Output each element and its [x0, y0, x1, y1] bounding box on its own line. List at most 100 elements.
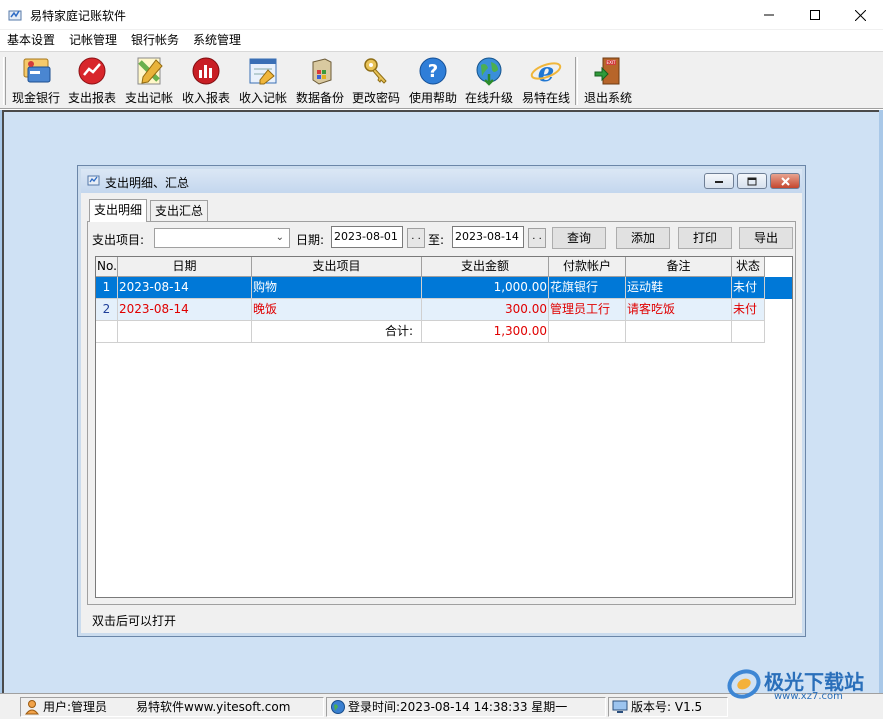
- watermark-url: www.xz7.com: [774, 691, 843, 702]
- cell-account: 花旗银行: [549, 277, 626, 299]
- toolbar-expense-report-button[interactable]: 支出报表: [64, 55, 120, 107]
- tab-expense-summary[interactable]: 支出汇总: [150, 200, 209, 221]
- key-icon: [364, 58, 387, 84]
- query-button[interactable]: 查询: [552, 227, 606, 249]
- toolbar-expense-entry-label: 支出记帐: [124, 91, 173, 105]
- toolbar-cash-bank-button[interactable]: 现金银行: [8, 55, 64, 107]
- child-restore-button[interactable]: [737, 173, 767, 189]
- close-icon: [854, 9, 866, 21]
- total-label: 合计:: [252, 321, 422, 343]
- globe-icon: [476, 57, 502, 86]
- exit-icon: EXIT: [594, 57, 620, 85]
- cell-note: 运动鞋: [626, 277, 732, 299]
- cell-empty: [626, 321, 732, 343]
- date-to-label: 至:: [428, 233, 445, 247]
- restore-icon: [747, 177, 757, 185]
- minimize-button[interactable]: [746, 0, 792, 30]
- column-header-no[interactable]: No.: [96, 257, 118, 277]
- cell-no: 1: [96, 277, 118, 299]
- toolbar-grip[interactable]: [3, 57, 6, 105]
- column-header-status[interactable]: 状态: [732, 257, 765, 277]
- expense-detail-window: 支出明细、汇总 支出明细 支出汇总 支出项目: ⌄ 日期: 2023-08-01…: [77, 165, 806, 637]
- status-company: 易特软件www.yitesoft.com: [136, 700, 291, 714]
- grid-header-row: No. 日期 支出项目 支出金额 付款帐户 备注 状态: [96, 257, 792, 279]
- cell-date: 2023-08-14: [118, 299, 252, 321]
- status-login-time: 登录时间:2023-08-14 14:38:33 星期一: [348, 700, 568, 714]
- child-minimize-button[interactable]: [704, 173, 734, 189]
- toolbar-help-button[interactable]: ? 使用帮助: [405, 55, 461, 107]
- date-to-picker-button[interactable]: . .: [528, 228, 546, 248]
- column-header-item[interactable]: 支出项目: [252, 257, 422, 277]
- column-header-account[interactable]: 付款帐户: [549, 257, 626, 277]
- cell-empty: [549, 321, 626, 343]
- toolbar-income-entry-button[interactable]: 收入记帐: [235, 55, 291, 107]
- globe-icon: [331, 700, 345, 714]
- toolbar-online-button[interactable]: e 易特在线: [518, 55, 574, 107]
- cell-empty: [96, 321, 118, 343]
- toolbar-change-password-button[interactable]: 更改密码: [348, 55, 404, 107]
- maximize-button[interactable]: [792, 0, 838, 30]
- chevron-down-icon: ⌄: [275, 232, 284, 243]
- svg-text:?: ?: [428, 61, 438, 82]
- menu-bookkeeping[interactable]: 记帐管理: [62, 30, 124, 50]
- export-button[interactable]: 导出: [739, 227, 793, 249]
- toolbar-income-report-button[interactable]: 收入报表: [178, 55, 234, 107]
- date-from-picker-button[interactable]: . .: [407, 228, 425, 248]
- column-header-amount[interactable]: 支出金额: [422, 257, 549, 277]
- date-label: 日期:: [296, 233, 325, 247]
- svg-text:e: e: [538, 58, 555, 86]
- child-title-bar[interactable]: 支出明细、汇总: [81, 169, 802, 193]
- expense-item-select[interactable]: ⌄: [154, 228, 290, 248]
- status-panel-login: 登录时间:2023-08-14 14:38:33 星期一: [326, 697, 606, 717]
- child-close-button[interactable]: [770, 173, 800, 189]
- toolbar-upgrade-button[interactable]: 在线升级: [461, 55, 517, 107]
- toolbar-income-report-label: 收入报表: [181, 91, 230, 105]
- column-header-date[interactable]: 日期: [118, 257, 252, 277]
- toolbar-online-label: 易特在线: [521, 91, 570, 105]
- title-bar: 易特家庭记账软件: [0, 0, 883, 30]
- toolbar-help-label: 使用帮助: [408, 91, 457, 105]
- toolbar-exit-button[interactable]: EXIT 退出系统: [580, 55, 636, 107]
- income-entry-icon: [249, 58, 277, 85]
- minimize-icon: [764, 14, 774, 16]
- window-title: 易特家庭记账软件: [30, 9, 127, 23]
- menu-basic-settings[interactable]: 基本设置: [0, 30, 62, 50]
- status-panel-user: 用户:管理员 易特软件www.yitesoft.com: [20, 697, 324, 717]
- status-user: 用户:管理员: [43, 700, 108, 714]
- expense-entry-icon: [137, 57, 163, 85]
- table-row[interactable]: 1 2023-08-14 购物 1,000.00 花旗银行 运动鞋 未付: [96, 277, 792, 299]
- cell-account: 管理员工行: [549, 299, 626, 321]
- child-window-title: 支出明细、汇总: [105, 176, 190, 190]
- print-button[interactable]: 打印: [678, 227, 732, 249]
- date-from-field[interactable]: 2023-08-01: [331, 226, 403, 248]
- status-panel-version: 版本号: V1.5: [608, 697, 728, 717]
- cell-amount: 1,000.00: [422, 277, 549, 299]
- cell-status: 未付: [732, 277, 765, 299]
- child-status-text: 双击后可以打开: [92, 614, 177, 628]
- date-to-field[interactable]: 2023-08-14: [452, 226, 524, 248]
- ie-icon: e: [530, 58, 562, 86]
- toolbar-backup-button[interactable]: 数据备份: [292, 55, 348, 107]
- backup-icon: [312, 58, 332, 85]
- toolbar-expense-entry-button[interactable]: 支出记帐: [121, 55, 177, 107]
- tab-expense-detail[interactable]: 支出明细: [89, 199, 148, 222]
- table-row[interactable]: 2 2023-08-14 晚饭 300.00 管理员工行 请客吃饭 未付: [96, 299, 765, 321]
- close-button[interactable]: [837, 0, 883, 30]
- column-header-note[interactable]: 备注: [626, 257, 732, 277]
- toolbar-change-password-label: 更改密码: [351, 91, 400, 105]
- svg-text:EXIT: EXIT: [607, 60, 616, 65]
- maximize-icon: [810, 10, 820, 20]
- toolbar-separator: [575, 57, 578, 105]
- cell-empty: [118, 321, 252, 343]
- add-button[interactable]: 添加: [616, 227, 670, 249]
- toolbar-income-entry-label: 收入记帐: [238, 91, 287, 105]
- help-icon: ?: [419, 57, 447, 85]
- expense-grid[interactable]: No. 日期 支出项目 支出金额 付款帐户 备注 状态 1 2023-08-14…: [95, 256, 793, 598]
- cell-date: 2023-08-14: [118, 277, 252, 299]
- close-icon: [780, 176, 790, 186]
- cell-note: 请客吃饭: [626, 299, 732, 321]
- expense-item-label: 支出项目:: [92, 233, 145, 247]
- menu-bank-accounts[interactable]: 银行帐务: [124, 30, 186, 50]
- menu-system[interactable]: 系统管理: [186, 30, 248, 50]
- cash-bank-icon: [23, 58, 51, 83]
